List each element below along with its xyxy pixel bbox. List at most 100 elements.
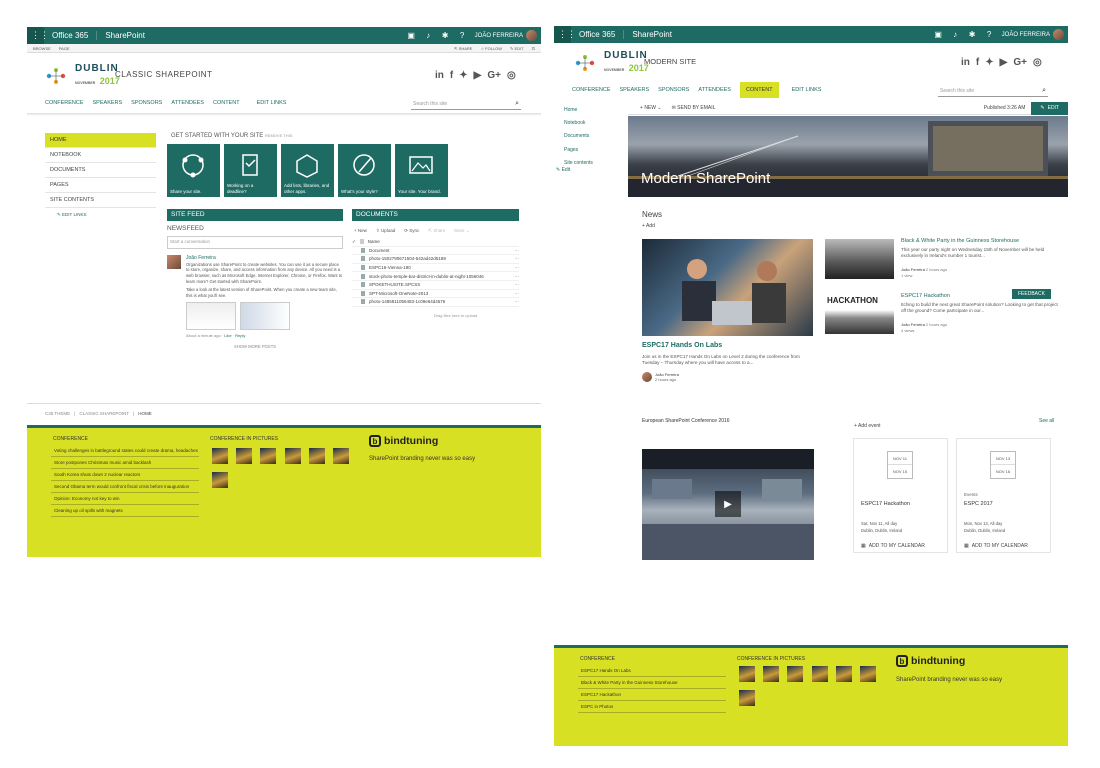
skype-icon[interactable]: ▣ [930, 26, 947, 43]
conference-photo[interactable] [212, 472, 228, 488]
document-row[interactable]: stock-photo-temple-bar-district-in-dubli… [352, 272, 519, 281]
story-image-0[interactable] [825, 239, 894, 279]
news-add-button[interactable]: + Add [642, 223, 655, 229]
edit-button[interactable]: ✎ EDIT [1031, 101, 1068, 115]
site-logo[interactable]: DUBLIN NOVEMBER 2017 [574, 51, 649, 74]
ribbon-edit[interactable]: ✎ EDIT [510, 46, 524, 51]
fullscreen-icon[interactable]: ⊡ [532, 46, 535, 51]
ellipsis-icon[interactable]: ··· [515, 274, 520, 279]
reply-link[interactable]: Reply [235, 333, 245, 338]
footer-link[interactable]: Second Obama term would confront fiscal … [51, 481, 199, 493]
ribbon-browse[interactable]: BROWSE [33, 46, 51, 51]
search-box[interactable]: Search this site ⌕ [411, 99, 521, 110]
left-nav-item-4[interactable]: SITE CONTENTS [45, 193, 156, 208]
left-nav-item-0[interactable]: HOME [45, 133, 156, 148]
facebook-icon[interactable]: f [450, 70, 453, 81]
video-player[interactable]: ▶ [642, 449, 814, 560]
office365-link[interactable]: Office 365 [44, 31, 98, 40]
footer-link[interactable]: Store postpones Christmas music amid bac… [51, 457, 199, 469]
document-name[interactable]: ESPC16-Vienna-180 [369, 265, 484, 270]
left-nav-item-3[interactable]: PAGES [45, 178, 156, 193]
story-author[interactable]: João Ferreira [901, 322, 925, 327]
footer-link[interactable]: Black & White Party in the Guinness Stor… [578, 677, 726, 689]
sync-button[interactable]: ⟳ Sync [404, 228, 419, 234]
document-name[interactable]: SPOKETHUSITE.SPCSS [369, 282, 484, 287]
nav-item-0[interactable]: CONFERENCE [45, 100, 84, 106]
like-link[interactable]: Like [224, 333, 231, 338]
footer-link[interactable]: ESPC in Photos [578, 701, 726, 713]
new-doc-button[interactable]: + New [354, 228, 367, 234]
user-menu[interactable]: JOÃO FERREIRA [471, 30, 541, 41]
bell-icon[interactable]: ♪ [947, 26, 964, 43]
conference-photo[interactable] [860, 666, 876, 682]
search-icon[interactable]: ⌕ [515, 100, 519, 108]
left-nav-item-1[interactable]: Notebook [564, 117, 593, 130]
tile-0[interactable]: Share your site. [167, 144, 220, 197]
new-button[interactable]: + NEW ⌄ [640, 105, 662, 111]
left-nav-item-1[interactable]: NOTEBOOK [45, 148, 156, 163]
ellipsis-icon[interactable]: ··· [515, 265, 520, 270]
main-story-title[interactable]: ESPC17 Hands On Labs [642, 342, 722, 349]
add-to-calendar-button[interactable]: ▦ ADD TO MY CALENDAR [861, 543, 925, 549]
gear-icon[interactable]: ✱ [964, 26, 981, 43]
conference-photo[interactable] [787, 666, 803, 682]
youtube-icon[interactable]: ▶ [1000, 57, 1008, 68]
footer-link[interactable]: Cleaning up oil spills with magnets [51, 505, 199, 517]
gear-icon[interactable]: ✱ [437, 27, 454, 44]
see-all-link[interactable]: See all [1039, 418, 1054, 424]
bindtuning-logo[interactable]: b bindtuning [896, 655, 965, 667]
conference-photo[interactable] [812, 666, 828, 682]
help-icon[interactable]: ? [981, 26, 998, 43]
nav-item-3[interactable]: ATTENDEES [171, 100, 204, 106]
nav-item-2[interactable]: SPONSORS [658, 82, 689, 98]
check-icon[interactable]: ✓ [352, 239, 356, 245]
ellipsis-icon[interactable]: ··· [515, 248, 520, 253]
document-row[interactable]: ESPC16-Vienna-180 ··· [352, 264, 519, 273]
document-name[interactable]: stock-photo-temple-bar-district-in-dubli… [369, 274, 484, 279]
left-nav-item-2[interactable]: DOCUMENTS [45, 163, 156, 178]
post-author[interactable]: João Ferreira [186, 255, 343, 262]
start-conversation-input[interactable]: Start a conversation [167, 236, 343, 249]
document-name[interactable]: photo-1485811055483-1c09e64d4576 [369, 299, 484, 304]
instagram-icon[interactable]: ◎ [507, 70, 516, 81]
conference-photo[interactable] [212, 448, 228, 464]
document-name[interactable]: Document [369, 248, 484, 253]
ellipsis-icon[interactable]: ··· [515, 282, 520, 287]
conference-photo[interactable] [739, 690, 755, 706]
event-card-0[interactable]: NOV 11 NOV 15 ESPC17 Hackathon Sat, Nov 11,… [853, 438, 948, 553]
event-title[interactable]: ESPC 2017 [964, 501, 993, 507]
search-icon[interactable]: ⌕ [1042, 87, 1046, 95]
bell-icon[interactable]: ♪ [420, 27, 437, 44]
conference-photo[interactable] [333, 448, 349, 464]
event-card-1[interactable]: NOV 13 NOV 16 Events ESPC 2017 Mon, Nov 13, … [956, 438, 1051, 553]
search-input[interactable]: Search this site [940, 88, 974, 94]
youtube-icon[interactable]: ▶ [474, 70, 482, 81]
name-column[interactable]: Name [368, 239, 380, 244]
breadcrumb-item[interactable]: C35 THEME [45, 411, 70, 416]
document-row[interactable]: photo-1485811055483-1c09e64d4576 ··· [352, 298, 519, 307]
nav-item-0[interactable]: CONFERENCE [572, 82, 611, 98]
linkedin-icon[interactable]: in [435, 70, 444, 81]
story-title-0[interactable]: Black & White Party in the Guinness Stor… [901, 238, 1019, 244]
ellipsis-icon[interactable]: ··· [515, 256, 520, 261]
app-launcher-icon[interactable]: ⋮⋮⋮ [549, 26, 576, 43]
add-to-calendar-button[interactable]: ▦ ADD TO MY CALENDAR [964, 543, 1028, 549]
site-logo[interactable]: DUBLIN NOVEMBER 2017 [45, 64, 120, 87]
document-name[interactable]: SPT-Microsoft-OneNote-2013 [369, 291, 484, 296]
twitter-icon[interactable]: ✦ [985, 57, 993, 68]
sharepoint-link[interactable]: SharePoint [97, 31, 153, 40]
nav-item-4[interactable]: CONTENT [739, 82, 779, 98]
left-nav-item-0[interactable]: Home [564, 104, 593, 117]
post-thumbnails[interactable] [186, 301, 343, 330]
nav-item-3[interactable]: ATTENDEES [698, 82, 731, 98]
nav-item-4[interactable]: CONTENT [213, 100, 240, 106]
edit-links[interactable]: EDIT LINKS [257, 100, 287, 106]
tile-4[interactable]: Your site. Your brand. [395, 144, 448, 197]
nav-item-1[interactable]: SPEAKERS [93, 100, 123, 106]
ellipsis-icon[interactable]: ··· [515, 291, 520, 296]
event-title[interactable]: ESPC17 Hackathon [861, 501, 910, 507]
footer-link[interactable]: South Korea shuts down 2 nuclear reactor… [51, 469, 199, 481]
ribbon-share[interactable]: ⇱ SHARE [454, 46, 472, 51]
facebook-icon[interactable]: f [976, 57, 979, 68]
story-author[interactable]: João Ferreira [901, 267, 925, 272]
